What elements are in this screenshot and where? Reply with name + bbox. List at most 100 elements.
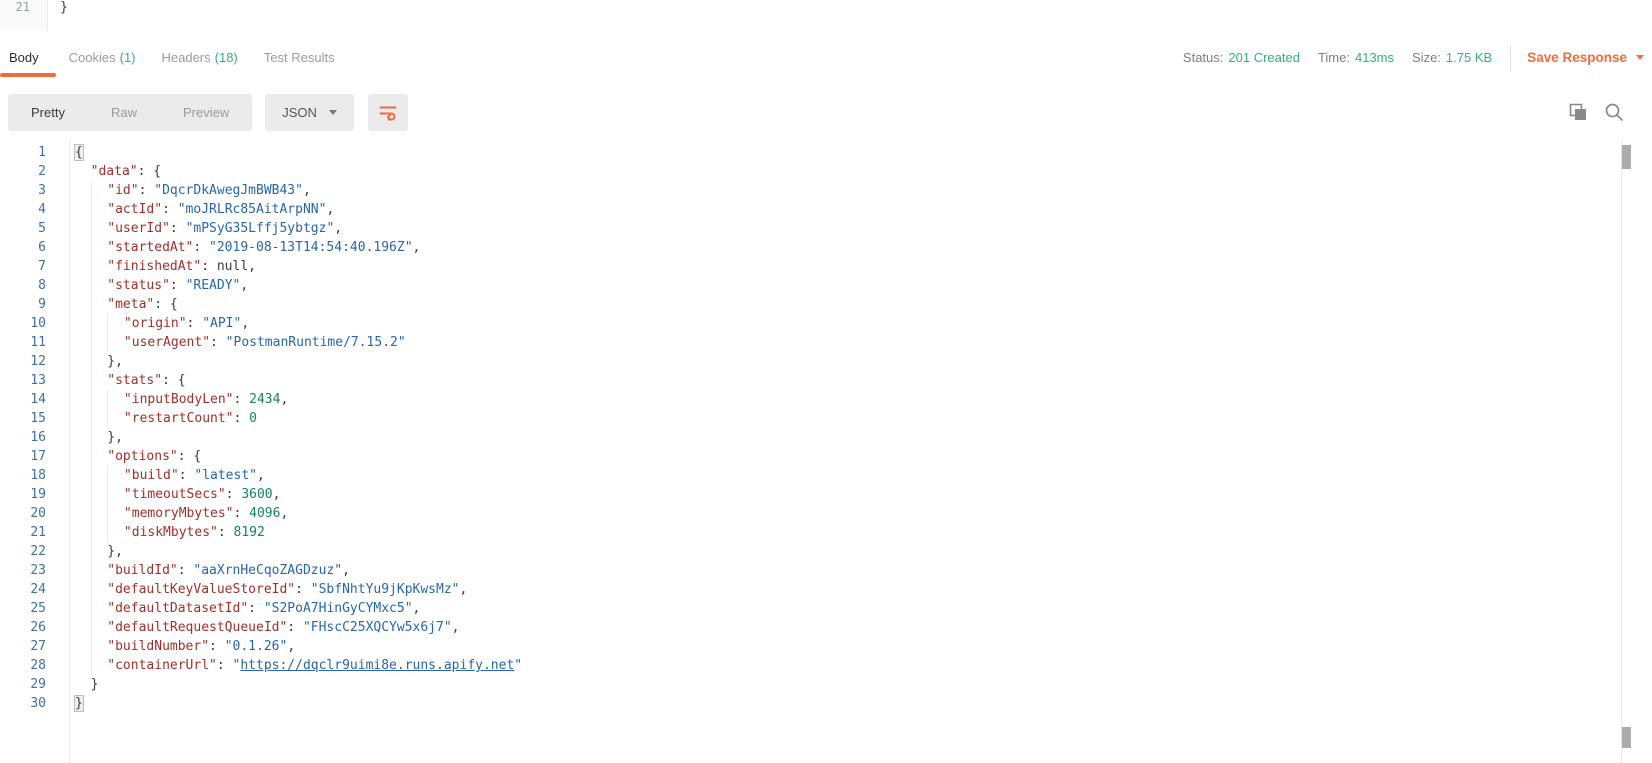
code-line: "timeoutSecs": 3600,: [75, 485, 1620, 504]
indent-guide: [91, 656, 108, 675]
line-number: 8: [0, 276, 69, 295]
code-token: ,: [280, 392, 288, 407]
code-token: ,: [452, 620, 460, 635]
line-number: 21: [0, 523, 69, 542]
code-token: "latest": [194, 468, 257, 483]
indent-guide: [75, 257, 91, 276]
response-body-json-viewer[interactable]: 1234567891011121314151617181920212223242…: [0, 140, 1652, 763]
wrap-text-icon: [378, 102, 398, 122]
tab-cookies-count: (1): [120, 50, 136, 65]
code-token: "SbfNhtYu9jKpKwsMz": [311, 582, 460, 597]
code-token: "status": [107, 278, 170, 293]
indent-guide: [75, 542, 91, 561]
code-token: :: [138, 164, 154, 179]
indent-guide: [91, 257, 108, 276]
line-number: 6: [0, 238, 69, 257]
indent-guide: [75, 314, 91, 333]
code-token: {: [193, 449, 201, 464]
code-token: ,: [460, 582, 468, 597]
line-number: 18: [0, 466, 69, 485]
code-token: "inputBodyLen": [124, 392, 234, 407]
code-line: "data": {: [75, 162, 1620, 181]
code-token: :: [217, 658, 233, 673]
indent-guide: [91, 580, 108, 599]
code-token: "0.1.26": [225, 639, 288, 654]
indent-guide: [91, 333, 108, 352]
request-editor-code: }: [60, 0, 1652, 16]
code-token: "meta": [107, 297, 154, 312]
indent-guide: [91, 428, 108, 447]
scrollbar-thumb[interactable]: [1622, 727, 1631, 748]
code-token: "buildId": [107, 563, 177, 578]
view-mode-raw[interactable]: Raw: [88, 94, 160, 131]
postman-response-panel: 21 } Body Cookies (1) Headers (18) Test …: [0, 0, 1652, 763]
tab-test-results[interactable]: Test Results: [251, 31, 348, 84]
copy-icon: [1569, 103, 1588, 122]
indent-guide: [75, 656, 91, 675]
code-token: },: [107, 544, 123, 559]
indent-guide: [75, 352, 91, 371]
code-token: {: [178, 373, 186, 388]
code-line: "restartCount": 0: [75, 409, 1620, 428]
indent-guide: [107, 409, 124, 428]
code-line: "finishedAt": null,: [75, 257, 1620, 276]
wrap-text-button[interactable]: [368, 94, 408, 131]
tab-test-results-label: Test Results: [264, 50, 335, 65]
status-value: 201 Created: [1228, 50, 1300, 65]
view-mode-preview[interactable]: Preview: [160, 94, 252, 131]
code-token: "moJRLRc85AitArpNN": [178, 202, 327, 217]
toolbar-right: [1553, 102, 1624, 122]
view-mode-pretty[interactable]: Pretty: [8, 94, 88, 131]
indent-guide: [75, 390, 91, 409]
request-body-editor[interactable]: 21 }: [0, 0, 1652, 32]
code-token: :: [226, 487, 242, 502]
line-number: 22: [0, 542, 69, 561]
indent-guide: [91, 371, 108, 390]
container-url-link[interactable]: https://dqclr9uimi8e.runs.apify.net: [240, 658, 514, 673]
line-number: 10: [0, 314, 69, 333]
code-token: ,: [257, 468, 265, 483]
code-token: },: [107, 354, 123, 369]
line-number: 24: [0, 580, 69, 599]
format-select[interactable]: JSON: [265, 94, 354, 131]
indent-guide: [91, 200, 108, 219]
code-line: "buildId": "aaXrnHeCqoZAGDzuz",: [75, 561, 1620, 580]
tab-body[interactable]: Body: [0, 31, 56, 84]
search-icon: [1604, 102, 1624, 122]
code-line: }: [75, 694, 1620, 713]
indent-guide: [75, 523, 91, 542]
indent-guide: [107, 485, 124, 504]
code-token: "actId": [107, 202, 162, 217]
indent-guide: [75, 162, 91, 181]
tab-headers-label: Headers: [162, 50, 211, 65]
scrollbar-thumb[interactable]: [1622, 145, 1631, 169]
tab-headers[interactable]: Headers (18): [149, 31, 251, 84]
line-number: 7: [0, 257, 69, 276]
copy-response-button[interactable]: [1569, 103, 1588, 122]
response-status-bar: Status: 201 Created Time: 413ms Size: 1.…: [1165, 45, 1652, 71]
indent-guide: [75, 219, 91, 238]
code-token: "origin": [124, 316, 187, 331]
indent-guide: [75, 333, 91, 352]
code-token: :: [210, 335, 226, 350]
code-line: "build": "latest",: [75, 466, 1620, 485]
indent-guide: [91, 523, 108, 542]
code-token: }: [91, 677, 99, 692]
code-token: "diskMbytes": [124, 525, 218, 540]
line-number: 27: [0, 637, 69, 656]
code-token: :: [154, 297, 170, 312]
save-response-button[interactable]: Save Response: [1525, 50, 1646, 65]
code-token: "S2PoA7HinGyCYMxc5": [264, 601, 413, 616]
indent-guide: [75, 238, 91, 257]
tab-cookies[interactable]: Cookies (1): [56, 31, 149, 84]
code-token: :: [287, 620, 303, 635]
time-value: 413ms: [1355, 50, 1394, 65]
indent-guide: [91, 542, 108, 561]
code-token: "build": [124, 468, 179, 483]
code-token: :: [295, 582, 311, 597]
code-token: 4096: [249, 506, 280, 521]
search-response-button[interactable]: [1604, 102, 1624, 122]
code-token: "buildNumber": [107, 639, 209, 654]
vertical-scrollbar[interactable]: [1621, 140, 1631, 763]
code-line: "meta": {: [75, 295, 1620, 314]
